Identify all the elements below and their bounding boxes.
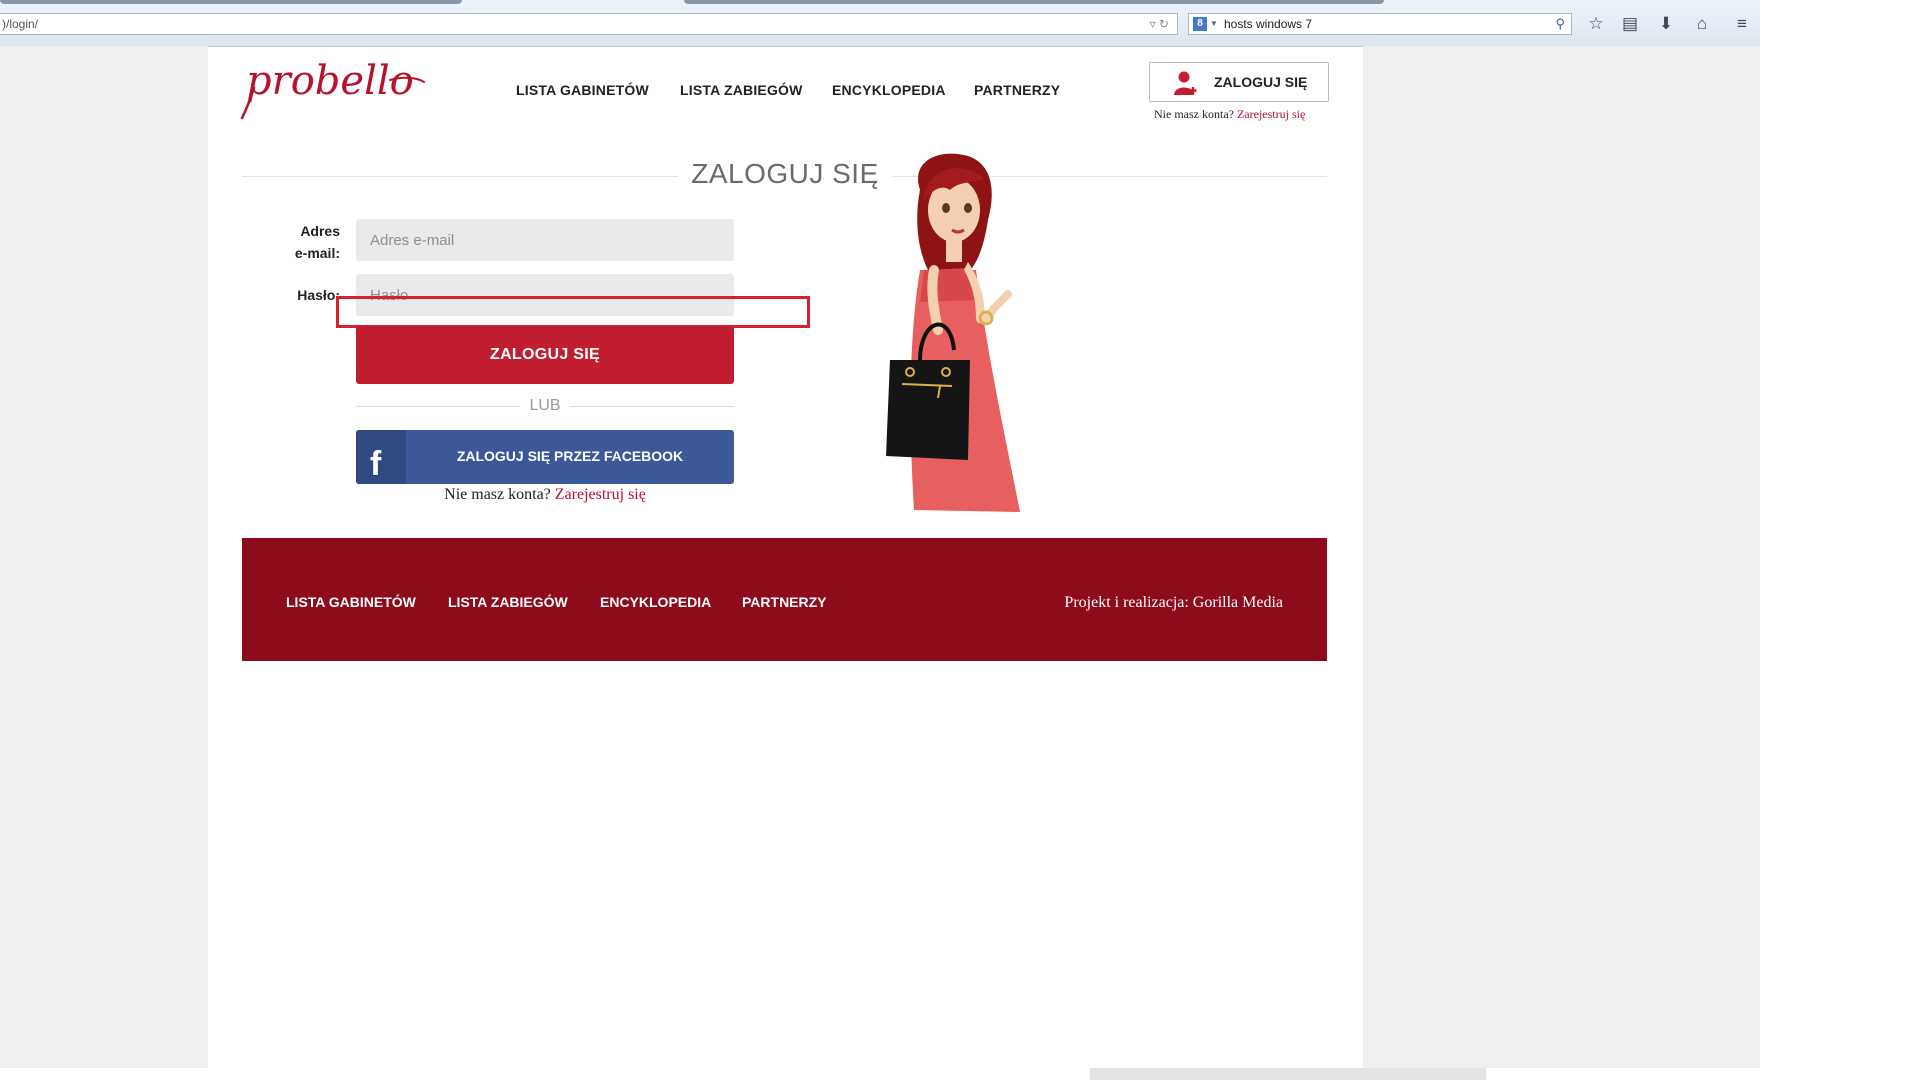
probello-logo[interactable]: probello: [240, 58, 430, 122]
address-bar[interactable]: )/login/ ▿ ↻: [0, 13, 1178, 35]
password-label: Hasło:: [297, 287, 340, 303]
reload-icon[interactable]: ▿ ↻: [1150, 14, 1169, 34]
header-no-account-text: Nie masz konta?: [1154, 107, 1234, 121]
form-no-account: Nie masz konta? Zarejestruj się: [356, 486, 734, 504]
nav-lista-zabiegow[interactable]: LISTA ZABIEGÓW: [680, 82, 803, 98]
login-submit-button[interactable]: ZALOGUJ SIĘ: [356, 326, 734, 384]
header-no-account: Nie masz konta? Zarejestruj się: [1154, 107, 1305, 122]
header-register-link[interactable]: Zarejestruj się: [1237, 107, 1305, 121]
site-footer: LISTA GABINETÓW LISTA ZABIEGÓW ENCYKLOPE…: [242, 538, 1327, 661]
facebook-icon-box: f: [356, 430, 406, 484]
email-label-line1: Adres: [300, 223, 340, 239]
form-register-link[interactable]: Zarejestruj się: [555, 486, 646, 503]
footer-credit[interactable]: Projekt i realizacja: Gorilla Media: [1064, 594, 1283, 612]
user-add-icon: [1174, 71, 1197, 95]
footer-nav-lista-gabinetow[interactable]: LISTA GABINETÓW: [286, 594, 416, 610]
facebook-login-label: ZALOGUJ SIĘ PRZEZ FACEBOOK: [456, 448, 684, 464]
footer-nav-partnerzy[interactable]: PARTNERZY: [742, 594, 827, 610]
nav-lista-gabinetow[interactable]: LISTA GABINETÓW: [516, 82, 649, 98]
or-divider-right: [570, 406, 734, 407]
nav-encyklopedia[interactable]: ENCYKLOPEDIA: [832, 82, 946, 98]
or-separator: LUB: [529, 397, 561, 414]
facebook-icon: f: [370, 445, 382, 483]
email-label: Adres e-mail:: [280, 220, 340, 264]
header-login-button[interactable]: ZALOGUJ SIĘ: [1149, 62, 1329, 102]
logo-wordmark: probello: [246, 58, 414, 104]
probello-logo-image: probello: [240, 58, 425, 120]
scrollbar-strip[interactable]: [1090, 1068, 1486, 1080]
title-divider-left: [242, 176, 678, 177]
highlight-annotation-box: [336, 296, 810, 328]
or-divider-left: [356, 406, 520, 407]
browser-toolbar: )/login/ ▿ ↻ 8 ▼ hosts windows 7 ⚲ ☆ ▤ ⬇…: [0, 0, 1760, 47]
browser-tab[interactable]: [0, 0, 462, 4]
email-label-line2: e-mail:: [294, 245, 340, 261]
woman-with-bag-illustration: [886, 153, 1020, 512]
search-text: hosts windows 7: [1224, 17, 1313, 31]
facebook-login-button[interactable]: f ZALOGUJ SIĘ PRZEZ FACEBOOK: [356, 430, 734, 484]
downloads-icon[interactable]: ⬇: [1654, 12, 1678, 36]
page-margin-left: [0, 46, 208, 1068]
bookmark-star-icon[interactable]: ☆: [1584, 12, 1608, 36]
search-engine-dropdown-icon[interactable]: ▼: [1210, 14, 1218, 34]
browser-tab[interactable]: [684, 0, 1384, 4]
email-input[interactable]: [356, 219, 734, 261]
header-login-label: ZALOGUJ SIĘ: [1214, 74, 1308, 90]
search-engine-icon[interactable]: 8: [1193, 17, 1207, 31]
menu-hamburger-icon[interactable]: ≡: [1730, 12, 1754, 36]
form-no-account-text: Nie masz konta?: [444, 486, 551, 503]
search-bar[interactable]: 8 ▼ hosts windows 7 ⚲: [1188, 13, 1572, 35]
page-title: ZALOGUJ SIĘ: [691, 158, 879, 189]
nav-partnerzy[interactable]: PARTNERZY: [974, 82, 1060, 98]
address-text: )/login/: [2, 17, 39, 31]
bookmarks-list-icon[interactable]: ▤: [1618, 12, 1642, 36]
page-margin-right: [1363, 46, 1760, 1068]
home-icon[interactable]: ⌂: [1690, 12, 1714, 36]
footer-nav-lista-zabiegow[interactable]: LISTA ZABIEGÓW: [448, 594, 568, 610]
search-magnifier-icon[interactable]: ⚲: [1555, 14, 1565, 34]
footer-nav-encyklopedia[interactable]: ENCYKLOPEDIA: [600, 594, 711, 610]
